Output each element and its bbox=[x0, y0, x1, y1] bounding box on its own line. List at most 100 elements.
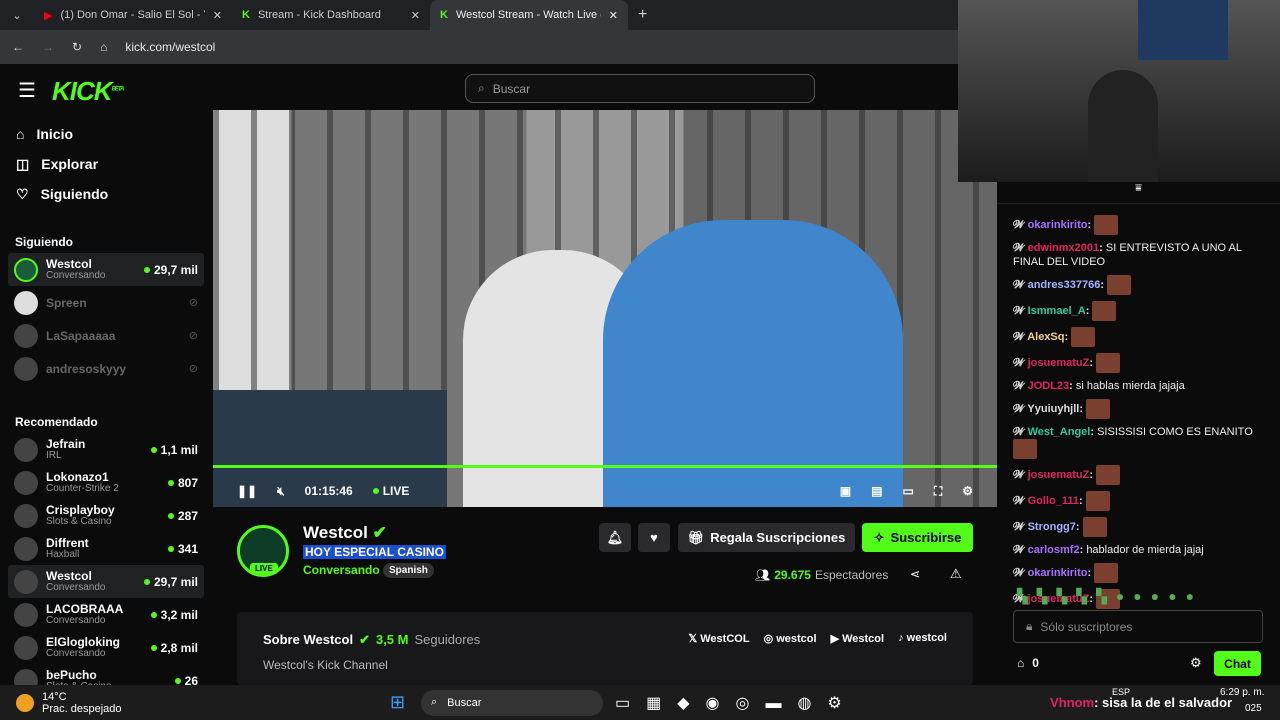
chat-message: 𝓦 josuematuZ: bbox=[997, 350, 1280, 376]
channel-item[interactable]: Diffrent Haxball 341 bbox=[8, 532, 204, 565]
emote-icon bbox=[1096, 465, 1121, 485]
live-dot bbox=[143, 578, 150, 585]
chat-username[interactable]: JODL23 bbox=[1028, 380, 1070, 392]
share-icon[interactable]: ⋖ bbox=[910, 567, 920, 581]
pip-icon[interactable]: ▣ bbox=[840, 484, 851, 498]
pause-icon[interactable]: ❚❚ bbox=[237, 484, 257, 498]
chat-settings-icon[interactable]: ⚙ bbox=[1190, 655, 1202, 671]
offline-icon: ⊘ bbox=[188, 363, 198, 375]
taskbar-apps[interactable]: ▭▦◆◉◎▬◍⚙ bbox=[615, 693, 858, 713]
webcam-overlay bbox=[958, 0, 1280, 182]
chat-username[interactable]: okarinkirito bbox=[1028, 219, 1088, 231]
progress-bar[interactable] bbox=[213, 465, 997, 468]
chat-username[interactable]: carlosmf2 bbox=[1028, 544, 1080, 556]
settings-icon[interactable]: ⚙ bbox=[962, 484, 973, 498]
heart-icon: ♡ bbox=[16, 185, 29, 202]
live-dot bbox=[150, 446, 157, 453]
browser-tab-active[interactable]: KWestcol Stream - Watch Live on Kick✕ bbox=[430, 0, 628, 30]
sidebar-item-siguiendo[interactable]: ♡ Siguiendo bbox=[0, 179, 212, 209]
chat-username[interactable]: edwinmx2001 bbox=[1028, 242, 1100, 254]
verified-icon: ✔ bbox=[359, 632, 370, 647]
avatar bbox=[14, 602, 38, 627]
chat-send-button[interactable]: Chat bbox=[1214, 651, 1261, 676]
chat-username[interactable]: West_Angel bbox=[1028, 426, 1091, 438]
emote-bar[interactable]: ▚▚▚▚▚●●●●● bbox=[1017, 588, 1203, 605]
chat-username[interactable]: okarinkirito bbox=[1028, 567, 1088, 579]
social-tiktok[interactable]: ♪ westcol bbox=[898, 632, 947, 645]
clip-icon[interactable]: ▤ bbox=[871, 484, 882, 498]
chat-username[interactable]: josuematuZ bbox=[1028, 357, 1090, 369]
notification-button[interactable]: 🔔︎ bbox=[599, 523, 631, 552]
chat-collapse-icon[interactable]: ⩸ bbox=[997, 182, 1280, 204]
kick-logo[interactable]: KICKBETA bbox=[52, 76, 124, 107]
close-icon[interactable]: ✕ bbox=[411, 9, 420, 22]
muted-icon[interactable]: 🔇︎ bbox=[277, 484, 285, 499]
close-icon[interactable]: ✕ bbox=[213, 9, 222, 22]
badge-icon: 𝓦 bbox=[1013, 304, 1028, 317]
channel-item[interactable]: ElGlogloking Conversando 2,8 mil bbox=[8, 631, 204, 664]
back-icon[interactable]: ← bbox=[12, 40, 24, 54]
points-display[interactable]: ⌂ 0 bbox=[1017, 656, 1039, 670]
menu-icon[interactable]: ☰ bbox=[18, 78, 36, 103]
browser-tab[interactable]: K Stream - Kick Dashboard ✕ bbox=[232, 0, 430, 30]
chat-username[interactable]: Yyuiuyhjll bbox=[1027, 403, 1079, 415]
channel-item[interactable]: Lokonazo1 Counter-Strike 2 807 bbox=[8, 466, 204, 499]
home-icon: ⌂ bbox=[16, 126, 25, 142]
forward-icon[interactable]: → bbox=[42, 40, 54, 54]
channel-item[interactable]: LACOBRAAA Conversando 3,2 mil bbox=[8, 598, 204, 631]
language-indicator[interactable]: ESP bbox=[1112, 687, 1130, 697]
badge-icon: 𝓦 bbox=[1013, 218, 1028, 231]
search-icon: ⌕ bbox=[478, 81, 485, 95]
report-icon[interactable]: ⚠ bbox=[950, 566, 962, 582]
new-tab-button[interactable]: + bbox=[628, 6, 657, 24]
sidebar-item-inicio[interactable]: ⌂ Inicio bbox=[0, 119, 212, 149]
video-player[interactable]: ❚❚ 🔇︎ 01:15:46 LIVE ▣ ▤ ▭ ⛶ ⚙ bbox=[213, 110, 997, 507]
url-field[interactable]: kick.com/westcol bbox=[125, 40, 215, 54]
avatar bbox=[14, 536, 38, 561]
chat-username[interactable]: josuematuZ bbox=[1028, 469, 1090, 481]
users-icon: 👥︎ bbox=[755, 568, 771, 582]
theater-icon[interactable]: ▭ bbox=[902, 484, 913, 498]
search-input[interactable]: ⌕ Buscar bbox=[465, 74, 815, 103]
chat-input[interactable]: 🔒︎ Sólo suscriptores bbox=[1013, 610, 1263, 643]
channel-item[interactable]: andresoskyyy ⊘ bbox=[8, 352, 204, 385]
avatar bbox=[14, 635, 38, 660]
follow-button[interactable]: ♥ bbox=[638, 523, 670, 552]
clock[interactable]: 6:29 p. m. bbox=[1220, 687, 1264, 698]
weather-widget[interactable]: 14°C Prac. despejado bbox=[16, 691, 122, 715]
social-youtube[interactable]: ▶ Westcol bbox=[831, 632, 885, 645]
category-link[interactable]: Conversando bbox=[303, 563, 380, 577]
chat-username[interactable]: Ismmael_A bbox=[1028, 305, 1086, 317]
badge-icon: 𝓦 bbox=[1013, 380, 1028, 392]
chat-message: 𝓦 edwinmx2001: SI ENTREVISTO A UNO AL FI… bbox=[1013, 242, 1242, 268]
channel-item[interactable]: Westcol Conversando 29,7 mil bbox=[8, 565, 204, 598]
social-instagram[interactable]: ◎ westcol bbox=[764, 632, 817, 645]
channel-item[interactable]: Crisplayboy Slots & Casino 287 bbox=[8, 499, 204, 532]
close-icon[interactable]: ✕ bbox=[609, 9, 618, 22]
chat-message: 𝓦 okarinkirito: bbox=[997, 212, 1280, 238]
chat-username[interactable]: Strongg7 bbox=[1028, 521, 1076, 533]
reload-icon[interactable]: ↻ bbox=[72, 40, 82, 54]
fullscreen-icon[interactable]: ⛶ bbox=[934, 484, 942, 499]
subscribe-button[interactable]: ✧ Suscribirse bbox=[862, 523, 973, 552]
language-tag[interactable]: Spanish bbox=[383, 563, 434, 578]
gift-subs-button[interactable]: 🎁︎ Regala Suscripciones bbox=[678, 523, 855, 552]
channel-item[interactable]: LaSapaaaaa ⊘ bbox=[8, 319, 204, 352]
chat-username[interactable]: Gollo_111 bbox=[1028, 495, 1079, 507]
live-dot bbox=[167, 479, 174, 486]
social-x[interactable]: 𝕏 WestCOL bbox=[688, 632, 749, 645]
channel-item[interactable]: Jefrain IRL 1,1 mil bbox=[8, 433, 204, 466]
start-icon[interactable]: ⊞ bbox=[390, 692, 405, 713]
tab-search-icon[interactable]: ⌄ bbox=[0, 9, 34, 22]
youtube-icon: ▶ bbox=[44, 9, 53, 22]
sidebar-item-explorar[interactable]: ◫ Explorar bbox=[0, 149, 212, 179]
channel-item[interactable]: Westcol Conversando 29,7 mil bbox=[8, 253, 204, 286]
browser-tab[interactable]: ▶ (1) Don Omar - Salio El Sol - Yo ✕ bbox=[34, 0, 232, 30]
chat-username[interactable]: AlexSq bbox=[1027, 331, 1064, 343]
avatar bbox=[14, 323, 38, 348]
home-icon[interactable]: ⌂ bbox=[100, 40, 107, 54]
taskbar-search[interactable]: ⌕ Buscar bbox=[421, 689, 603, 716]
channel-item[interactable]: Spreen ⊘ bbox=[8, 286, 204, 319]
chat-username[interactable]: andres337766 bbox=[1028, 279, 1101, 291]
chat-message: 𝓦 okarinkirito: bbox=[997, 560, 1280, 586]
